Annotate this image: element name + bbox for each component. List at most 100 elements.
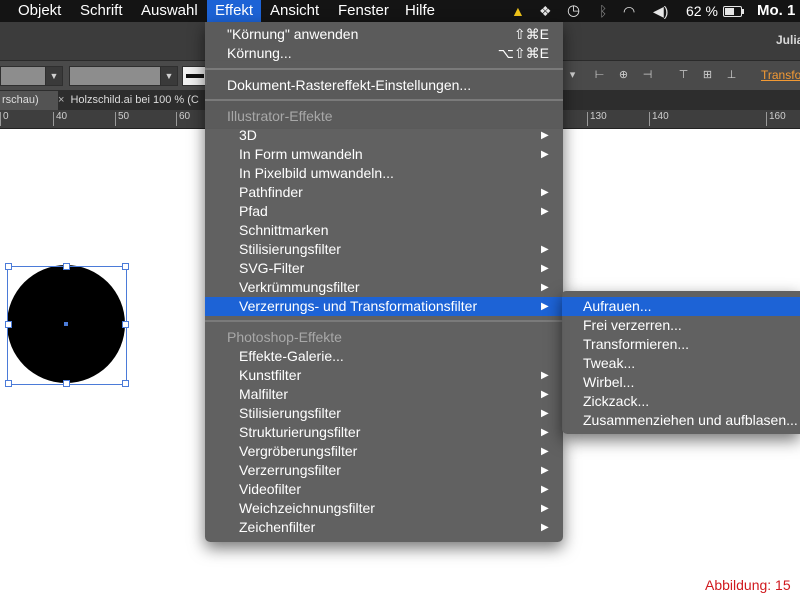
- align-center-icon[interactable]: ⊕: [617, 69, 630, 82]
- menu-item-verzerrungs-transformationsfilter[interactable]: Verzerrungs- und Transformationsfilter ▶: [205, 297, 563, 316]
- submenu-arrow-icon: ▶: [541, 465, 549, 476]
- shortcut-label: ⇧⌘E: [513, 26, 549, 42]
- tab-document-1[interactable]: rschau): [0, 91, 58, 110]
- menu-item-label: Stilisierungsfilter: [239, 241, 341, 257]
- resize-handle[interactable]: [63, 380, 70, 387]
- battery-percentage: 62 %: [686, 3, 718, 19]
- submenu-arrow-icon: ▶: [541, 130, 549, 141]
- submenu-item-tweak[interactable]: Tweak...: [562, 354, 800, 373]
- menu-item-3d[interactable]: 3D ▶: [205, 126, 563, 145]
- menu-ansicht[interactable]: Ansicht: [270, 0, 319, 22]
- fill-dropdown-icon[interactable]: ▼: [45, 66, 63, 86]
- menu-item-label: Frei verzerren...: [583, 317, 682, 333]
- fill-color-field[interactable]: [0, 66, 46, 86]
- submenu-arrow-icon: ▶: [541, 389, 549, 400]
- submenu-item-zickzack[interactable]: Zickzack...: [562, 392, 800, 411]
- resize-handle[interactable]: [122, 263, 129, 270]
- menu-effekt[interactable]: Effekt: [207, 0, 262, 22]
- resize-handle[interactable]: [122, 321, 129, 328]
- menu-item-document-raster-settings[interactable]: Dokument-Rastereffekt-Einstellungen...: [205, 76, 563, 95]
- menu-item-strukturierungsfilter[interactable]: Strukturierungsfilter ▶: [205, 423, 563, 442]
- resize-handle[interactable]: [5, 263, 12, 270]
- menu-objekt[interactable]: Objekt: [18, 0, 61, 22]
- verzerrungs-transformations-submenu: Aufrauen... Frei verzerren... Transformi…: [562, 291, 800, 434]
- submenu-item-frei-verzerren[interactable]: Frei verzerren...: [562, 316, 800, 335]
- menu-item-in-pixelbild-umwandeln[interactable]: In Pixelbild umwandeln...: [205, 164, 563, 183]
- menu-item-label: Strukturierungsfilter: [239, 424, 361, 440]
- menu-item-label: In Pixelbild umwandeln...: [239, 165, 394, 181]
- submenu-arrow-icon: ▶: [541, 263, 549, 274]
- menu-item-schnittmarken[interactable]: Schnittmarken: [205, 221, 563, 240]
- menu-item-videofilter[interactable]: Videofilter ▶: [205, 480, 563, 499]
- menu-separator: [205, 99, 563, 101]
- ruler-tick: 130: [587, 112, 607, 126]
- menu-item-label: Videofilter: [239, 481, 302, 497]
- align-bottom-icon[interactable]: ⊥: [725, 69, 738, 82]
- menu-item-stilisierungsfilter[interactable]: Stilisierungsfilter ▶: [205, 240, 563, 259]
- submenu-arrow-icon: ▶: [541, 522, 549, 533]
- resize-handle[interactable]: [122, 380, 129, 387]
- submenu-item-transformieren[interactable]: Transformieren...: [562, 335, 800, 354]
- bluetooth-icon[interactable]: ᛒ: [599, 0, 607, 22]
- menu-item-label: SVG-Filter: [239, 260, 305, 276]
- time-machine-icon[interactable]: ◷: [567, 0, 580, 22]
- submenu-item-zusammenziehen-aufblasen[interactable]: Zusammenziehen und aufblasen...: [562, 411, 800, 430]
- transform-link[interactable]: Transfo: [761, 68, 800, 82]
- menu-item-verzerrungsfilter[interactable]: Verzerrungsfilter ▶: [205, 461, 563, 480]
- stroke-color-field[interactable]: [69, 66, 161, 86]
- workspace-user[interactable]: Julia: [776, 33, 800, 47]
- menu-item-label: Effekte-Galerie...: [239, 348, 344, 364]
- menu-item-pfad[interactable]: Pfad ▶: [205, 202, 563, 221]
- warning-icon[interactable]: ▲: [511, 0, 525, 22]
- menu-item-apply-last-effect[interactable]: "Körnung" anwenden ⇧⌘E: [205, 25, 563, 44]
- menu-item-label: Kunstfilter: [239, 367, 302, 383]
- dropbox-icon[interactable]: ❖: [539, 0, 552, 22]
- menu-item-last-effect[interactable]: Körnung... ⌥⇧⌘E: [205, 44, 563, 63]
- submenu-arrow-icon: ▶: [541, 244, 549, 255]
- submenu-arrow-icon: ▶: [541, 206, 549, 217]
- menu-item-zeichenfilter[interactable]: Zeichenfilter ▶: [205, 518, 563, 537]
- menu-item-vergroeberungsfilter[interactable]: Vergröberungsfilter ▶: [205, 442, 563, 461]
- menu-item-effekte-galerie[interactable]: Effekte-Galerie...: [205, 347, 563, 366]
- tab-label: Holzschild.ai bei 100 % (C: [70, 94, 199, 106]
- volume-icon[interactable]: ◀): [653, 0, 668, 22]
- stroke-dropdown-icon[interactable]: ▼: [160, 66, 178, 86]
- align-right-icon[interactable]: ⊣: [641, 69, 654, 82]
- resize-handle[interactable]: [5, 380, 12, 387]
- submenu-item-aufrauen[interactable]: Aufrauen...: [562, 297, 800, 316]
- menu-hilfe[interactable]: Hilfe: [405, 0, 435, 22]
- menu-item-label: Verzerrungs- und Transformationsfilter: [239, 298, 478, 314]
- menu-item-label: Weichzeichnungsfilter: [239, 500, 375, 516]
- clock[interactable]: Mo. 1: [757, 0, 795, 22]
- menu-item-stilisierungsfilter-ps[interactable]: Stilisierungsfilter ▶: [205, 404, 563, 423]
- menu-item-in-form-umwandeln[interactable]: In Form umwandeln ▶: [205, 145, 563, 164]
- effekt-menu: "Körnung" anwenden ⇧⌘E Körnung... ⌥⇧⌘E D…: [205, 22, 563, 542]
- menu-fenster[interactable]: Fenster: [338, 0, 389, 22]
- menu-item-label: Aufrauen...: [583, 298, 652, 314]
- align-middle-icon[interactable]: ⊞: [701, 69, 714, 82]
- submenu-arrow-icon: ▶: [541, 484, 549, 495]
- submenu-arrow-icon: ▶: [541, 408, 549, 419]
- resize-handle[interactable]: [63, 263, 70, 270]
- menu-auswahl[interactable]: Auswahl: [141, 0, 198, 22]
- menu-item-pathfinder[interactable]: Pathfinder ▶: [205, 183, 563, 202]
- menu-item-kunstfilter[interactable]: Kunstfilter ▶: [205, 366, 563, 385]
- wifi-icon[interactable]: ◠: [623, 0, 635, 22]
- menu-schrift[interactable]: Schrift: [80, 0, 123, 22]
- menu-item-label: Stilisierungsfilter: [239, 405, 341, 421]
- submenu-arrow-icon: ▶: [541, 446, 549, 457]
- menu-item-svg-filter[interactable]: SVG-Filter ▶: [205, 259, 563, 278]
- submenu-arrow-icon: ▶: [541, 301, 549, 312]
- menu-item-verkruemmungsfilter[interactable]: Verkrümmungsfilter ▶: [205, 278, 563, 297]
- submenu-item-wirbel[interactable]: Wirbel...: [562, 373, 800, 392]
- tab-document-2[interactable]: × Holzschild.ai bei 100 % (C: [58, 91, 206, 110]
- menu-item-malfilter[interactable]: Malfilter ▶: [205, 385, 563, 404]
- close-icon[interactable]: ×: [58, 94, 64, 106]
- dropdown-icon[interactable]: ▾: [566, 69, 579, 82]
- align-top-icon[interactable]: ⊤: [677, 69, 690, 82]
- menu-item-weichzeichnungsfilter[interactable]: Weichzeichnungsfilter ▶: [205, 499, 563, 518]
- align-left-icon[interactable]: ⊢: [593, 69, 606, 82]
- battery-icon[interactable]: [723, 6, 744, 17]
- section-header-label: Illustrator-Effekte: [227, 108, 333, 124]
- resize-handle[interactable]: [5, 321, 12, 328]
